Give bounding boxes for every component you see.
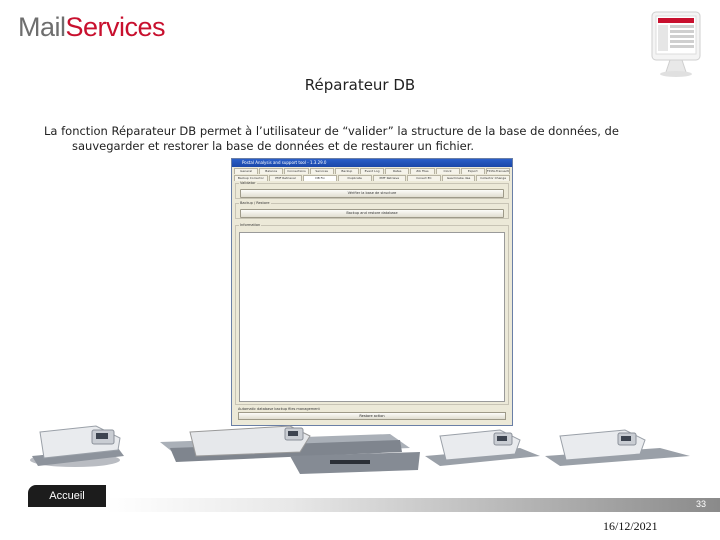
machine-2 bbox=[160, 425, 420, 474]
backup-label: Backup / Restore bbox=[239, 201, 271, 205]
footer-label: Automatic database backup files manageme… bbox=[238, 407, 320, 411]
tab[interactable]: Event Log bbox=[359, 168, 385, 174]
validate-label: Validator bbox=[239, 181, 257, 185]
slide-title: Réparateur DB bbox=[304, 76, 416, 94]
description-line-2: sauvegarder et restorer la base de donné… bbox=[72, 139, 475, 153]
tab[interactable]: Connections bbox=[284, 168, 309, 174]
db-repair-window-screenshot: Postal Analysis and support tool - 1.3.2… bbox=[231, 158, 513, 426]
tab[interactable]: FP-PA-Transaction bbox=[485, 168, 511, 174]
validate-button[interactable]: Vérifier la base de structure bbox=[240, 189, 504, 198]
footer-bar bbox=[106, 498, 720, 512]
tab[interactable]: Services bbox=[309, 168, 334, 174]
franking-machines-image bbox=[30, 425, 690, 474]
page-number: 33 bbox=[695, 499, 706, 509]
backup-button[interactable]: Backup and restore database bbox=[240, 209, 504, 218]
tab[interactable]: Clock bbox=[435, 168, 460, 174]
machine-3 bbox=[425, 429, 540, 466]
tab[interactable]: Zib Files bbox=[410, 168, 435, 174]
tab[interactable]: Balance bbox=[259, 168, 284, 174]
machine-1 bbox=[30, 425, 124, 467]
slide-date: 16/12/2021 bbox=[603, 519, 658, 533]
info-group: Information bbox=[235, 223, 509, 405]
mailservices-logo: MailServices bbox=[18, 12, 166, 42]
monitor-screenshot-icon bbox=[651, 11, 701, 77]
home-button[interactable]: Accueil bbox=[28, 485, 106, 507]
tab[interactable]: General bbox=[234, 168, 259, 174]
info-label: Information bbox=[239, 223, 262, 227]
logo-services: Services bbox=[65, 12, 166, 42]
slide-description: La fonction Réparateur DB permet à l’uti… bbox=[44, 124, 684, 154]
window-titlebar: Postal Analysis and support tool - 1.3.2… bbox=[232, 159, 512, 167]
machine-4 bbox=[545, 429, 690, 466]
logo-mail: Mail bbox=[18, 12, 66, 42]
description-line-1: La fonction Réparateur DB permet à l’uti… bbox=[44, 124, 619, 138]
window-body: Validator Vérifier la base de structure … bbox=[234, 181, 510, 423]
validate-group: Validator Vérifier la base de structure bbox=[235, 181, 509, 199]
tab[interactable]: Export bbox=[460, 168, 485, 174]
tabs-row-1: General Balance Connections Services Bac… bbox=[232, 168, 512, 174]
info-text-area[interactable] bbox=[239, 232, 505, 402]
tab[interactable]: Backup bbox=[334, 168, 359, 174]
backup-group: Backup / Restore Backup and restore data… bbox=[235, 201, 509, 219]
tab[interactable]: Rates bbox=[385, 168, 410, 174]
